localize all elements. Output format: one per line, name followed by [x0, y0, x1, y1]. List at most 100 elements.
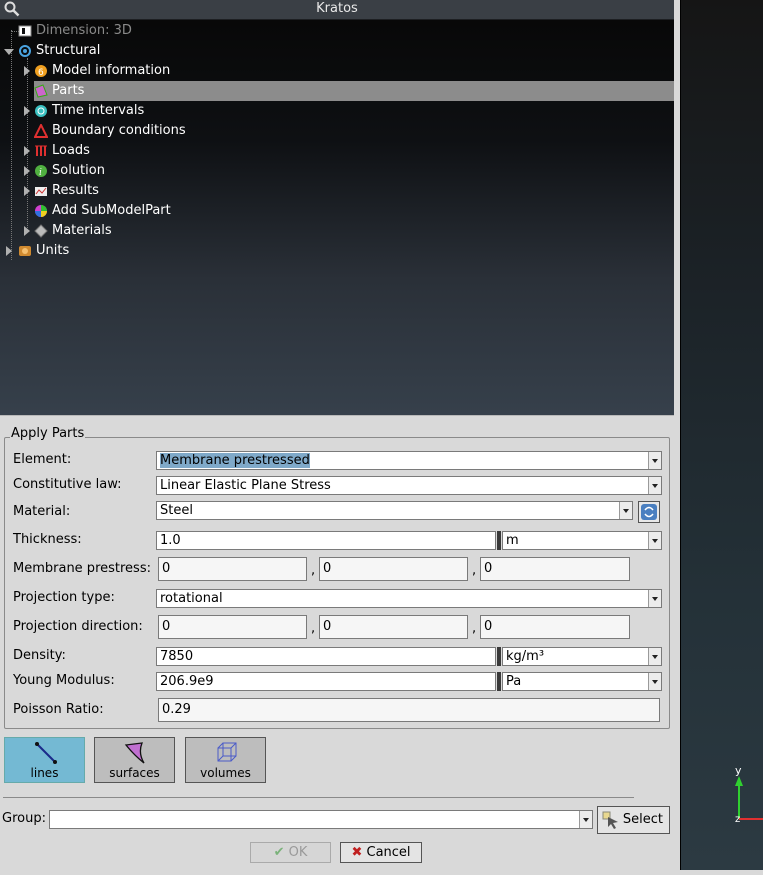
- clock-icon: [35, 105, 47, 117]
- apply-parts-legend: Apply Parts: [10, 426, 86, 441]
- dimension-icon: [18, 25, 32, 37]
- tree-node-loads[interactable]: Loads: [34, 141, 334, 161]
- surfaces-button[interactable]: surfaces: [94, 737, 175, 783]
- prestress-z-input[interactable]: 0: [480, 557, 630, 581]
- projection-type-value: rotational: [160, 591, 223, 606]
- prestress-y-input[interactable]: 0: [319, 557, 468, 581]
- tree-node-parts[interactable]: Parts: [34, 81, 674, 101]
- density-unit-combobox[interactable]: kg/m³: [502, 647, 662, 666]
- thickness-unit-value: m: [506, 533, 519, 548]
- element-dropdown-arrow[interactable]: [648, 452, 661, 469]
- projection-dir-separator: ,: [311, 621, 316, 636]
- projection-dir-y-input[interactable]: 0: [319, 615, 468, 639]
- results-chart-icon: [35, 187, 47, 196]
- element-combobox[interactable]: Membrane prestressed: [156, 451, 662, 470]
- thickness-input[interactable]: 1.0: [156, 531, 496, 550]
- solution-info-icon: i: [35, 165, 47, 178]
- select-button-label: Select: [622, 812, 663, 827]
- density-splitter[interactable]: [497, 647, 501, 666]
- poisson-ratio-label: Poisson Ratio:: [13, 702, 104, 717]
- tree-node-materials[interactable]: Materials: [34, 221, 334, 241]
- tree-node-add-submodelpart[interactable]: Add SubModelPart: [34, 201, 334, 221]
- tree-node-model-information[interactable]: 6 Model information: [34, 61, 334, 81]
- material-edit-button[interactable]: [638, 501, 660, 523]
- projection-type-combobox[interactable]: rotational: [156, 589, 662, 608]
- expander-model-information[interactable]: [24, 66, 30, 76]
- expander-loads[interactable]: [24, 146, 30, 156]
- window-title: Kratos: [316, 1, 358, 16]
- surface-icon: [124, 742, 145, 764]
- young-modulus-splitter[interactable]: [497, 672, 501, 691]
- graphics-canvas[interactable]: y z: [680, 0, 763, 870]
- projection-direction-label: Projection direction:: [13, 619, 143, 634]
- tree-line: [27, 58, 28, 230]
- constitutive-law-label: Constitutive law:: [13, 477, 122, 492]
- tree-node-dimension[interactable]: Dimension: 3D: [18, 21, 318, 41]
- volumes-button-label: volumes: [200, 766, 251, 780]
- tree-line: [11, 30, 12, 260]
- material-label: Material:: [13, 504, 71, 519]
- cancel-button[interactable]: ✖ Cancel: [340, 842, 422, 863]
- density-unit-value: kg/m³: [506, 649, 545, 664]
- young-modulus-label: Young Modulus:: [13, 673, 115, 688]
- pane-splitter[interactable]: [0, 415, 674, 421]
- loads-icon: [35, 145, 47, 156]
- refresh-material-icon: [641, 504, 657, 520]
- graphics-window[interactable]: y z: [674, 0, 763, 875]
- material-dropdown-arrow[interactable]: [619, 502, 632, 519]
- element-label: Element:: [13, 452, 72, 467]
- tree-node-solution[interactable]: i Solution: [34, 161, 334, 181]
- thickness-splitter[interactable]: [497, 531, 501, 550]
- thickness-label: Thickness:: [13, 532, 82, 547]
- group-dropdown-arrow[interactable]: [579, 811, 592, 828]
- ok-check-icon: ✔: [273, 845, 285, 860]
- projection-dir-separator: ,: [472, 621, 477, 636]
- tree-node-results[interactable]: Results: [34, 181, 334, 201]
- lines-button[interactable]: lines: [4, 737, 85, 783]
- expander-time-intervals[interactable]: [24, 106, 30, 116]
- volumes-button[interactable]: volumes: [185, 737, 266, 783]
- volume-cube-icon: [217, 742, 237, 762]
- tree-node-units[interactable]: Units: [18, 241, 318, 261]
- group-label: Group:: [2, 811, 46, 826]
- material-combobox[interactable]: Steel: [156, 501, 633, 520]
- tree-node-time-intervals[interactable]: Time intervals: [34, 101, 334, 121]
- group-combobox[interactable]: [49, 810, 593, 829]
- young-modulus-unit-value: Pa: [506, 674, 522, 689]
- projection-dir-x-input[interactable]: 0: [158, 615, 307, 639]
- tree-node-structural[interactable]: Structural: [18, 41, 318, 61]
- young-modulus-unit-dropdown-arrow[interactable]: [648, 673, 661, 690]
- young-modulus-input[interactable]: 206.9e9: [156, 672, 496, 691]
- expander-structural[interactable]: [4, 49, 14, 55]
- young-modulus-unit-combobox[interactable]: Pa: [502, 672, 662, 691]
- axis-y-label: y: [735, 764, 742, 777]
- model-tree[interactable]: Dimension: 3D Structural 6 Model informa…: [0, 20, 674, 415]
- constitutive-law-combobox[interactable]: Linear Elastic Plane Stress: [156, 476, 662, 495]
- select-button[interactable]: Select: [597, 806, 670, 834]
- projection-type-dropdown-arrow[interactable]: [648, 590, 661, 607]
- ok-button[interactable]: ✔ OK: [250, 842, 331, 863]
- parts-icon: [34, 84, 48, 98]
- thickness-unit-combobox[interactable]: m: [502, 531, 662, 550]
- boundary-icon: [34, 124, 48, 138]
- expander-solution[interactable]: [24, 166, 30, 176]
- projection-dir-z-input[interactable]: 0: [480, 615, 630, 639]
- density-label: Density:: [13, 648, 66, 663]
- materials-icon: [34, 224, 48, 238]
- svg-text:6: 6: [38, 68, 44, 78]
- ok-button-label: OK: [288, 845, 308, 860]
- structure-icon: [19, 45, 31, 57]
- axes-triad-icon: y z: [735, 764, 763, 825]
- prestress-x-input[interactable]: 0: [158, 557, 307, 581]
- density-input[interactable]: 7850: [156, 647, 496, 666]
- tree-node-boundary-conditions[interactable]: Boundary conditions: [34, 121, 334, 141]
- thickness-unit-dropdown-arrow[interactable]: [648, 532, 661, 549]
- expander-results[interactable]: [24, 186, 30, 196]
- constitutive-law-value: Linear Elastic Plane Stress: [160, 478, 331, 493]
- expander-units[interactable]: [6, 246, 12, 256]
- poisson-ratio-input[interactable]: 0.29: [158, 698, 660, 722]
- constitutive-law-dropdown-arrow[interactable]: [648, 477, 661, 494]
- density-unit-dropdown-arrow[interactable]: [648, 648, 661, 665]
- expander-materials[interactable]: [24, 226, 30, 236]
- units-icon: [19, 246, 31, 256]
